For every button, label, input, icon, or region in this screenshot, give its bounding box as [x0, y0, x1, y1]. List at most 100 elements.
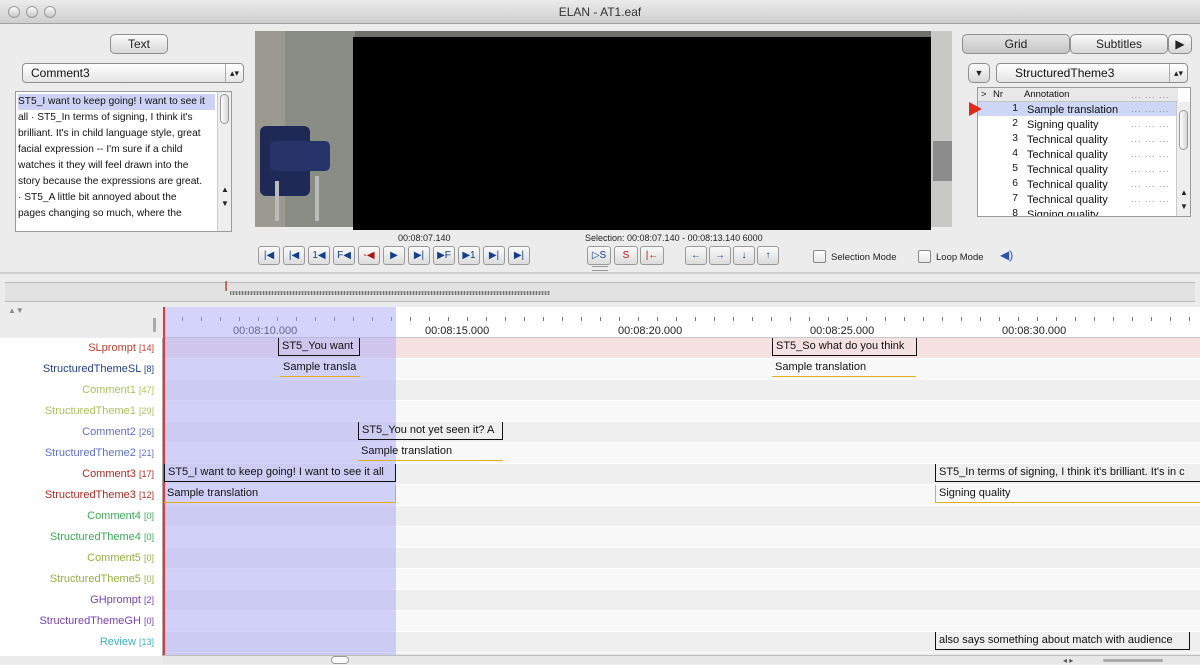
scroll-thumb[interactable]	[331, 656, 349, 664]
ruler-label: 00:08:30.000	[1002, 325, 1067, 337]
text-viewer-scrollbar[interactable]: ▲ ▼	[217, 92, 231, 231]
grid-row[interactable]: 7 Technical quality... ... ...	[978, 192, 1178, 206]
selection-mode-checkbox[interactable]	[813, 250, 826, 263]
grid-row-nr: 5	[1012, 163, 1018, 174]
panel-divider[interactable]	[0, 272, 1200, 274]
tab-scroll-right-icon[interactable]: ▶	[1168, 34, 1192, 54]
grid-row[interactable]: 8 Signing quality ... ... ...	[978, 207, 1178, 216]
tier-name[interactable]: Comment1 [47]	[0, 380, 154, 401]
next-pixel-button[interactable]: ▶1	[458, 246, 480, 265]
ruler-tick	[828, 317, 829, 321]
play-button[interactable]: ▶	[383, 246, 405, 265]
scroll-thumb[interactable]	[220, 94, 229, 124]
go-to-end-button[interactable]: ▶|	[508, 246, 530, 265]
grid-row[interactable]: 3 Technical quality... ... ...	[978, 132, 1178, 146]
tier-name[interactable]: Comment5 [0]	[0, 548, 154, 569]
ruler-tick	[486, 317, 487, 321]
previous-second-button[interactable]: -◀	[358, 246, 380, 265]
grid-row-extra: ... ... ...	[1131, 134, 1170, 144]
previous-annotation-button[interactable]: ←	[685, 246, 707, 265]
tier-count: [0]	[143, 616, 154, 626]
annotation-grid[interactable]: > Nr Annotation ... ... ... 1 Sample tran…	[977, 87, 1191, 217]
ruler-tick	[809, 317, 810, 321]
text-viewer[interactable]: ST5_I want to keep going! I want to see …	[15, 91, 232, 232]
ruler-tick	[1037, 317, 1038, 321]
timeline-scrollbar[interactable]: ◂ ▸	[163, 655, 1200, 665]
tier-name[interactable]: StructuredThemeSL [8]	[0, 359, 154, 380]
speaker-icon[interactable]: ◀)	[1000, 248, 1013, 262]
tab-subtitles[interactable]: Subtitles	[1070, 34, 1168, 54]
tier-count: [2]	[143, 595, 154, 605]
grid-row[interactable]: 5 Technical quality... ... ...	[978, 162, 1178, 176]
ruler-handle-icon[interactable]	[153, 318, 156, 332]
overview-cursor-icon[interactable]: I	[224, 278, 228, 295]
grid-row[interactable]: 6 Technical quality... ... ...	[978, 177, 1178, 191]
previous-pixel-button[interactable]: 1◀	[308, 246, 330, 265]
tier-name[interactable]: Comment2 [26]	[0, 422, 154, 443]
tier-name[interactable]: StructuredTheme4 [0]	[0, 527, 154, 548]
ruler-tick	[999, 317, 1000, 321]
ruler-tick	[448, 317, 449, 321]
clear-selection-button[interactable]: S	[614, 246, 638, 265]
tier-count: [0]	[143, 553, 154, 563]
next-scroll-view-button[interactable]: ▶|	[483, 246, 505, 265]
ruler-tick	[1075, 317, 1076, 321]
ruler-tick	[885, 317, 886, 321]
grid-row[interactable]: 1 Sample translation... ... ...	[978, 102, 1178, 116]
timeline-overview[interactable]: I	[5, 278, 1195, 302]
next-frame-button[interactable]: ▶F	[433, 246, 455, 265]
tab-text[interactable]: Text	[110, 34, 168, 54]
tier-name[interactable]: StructuredTheme2 [21]	[0, 443, 154, 464]
scroll-down-icon[interactable]: ▼	[221, 196, 229, 212]
go-to-begin-button[interactable]: |◀	[258, 246, 280, 265]
tier-name[interactable]: SLprompt [14]	[0, 338, 154, 359]
divider-grip-icon[interactable]	[592, 266, 608, 271]
tab-grid[interactable]: Grid	[962, 34, 1070, 54]
tier-name[interactable]: Comment3 [17]	[0, 464, 154, 485]
tier-down-button[interactable]: ↓	[733, 246, 755, 265]
grid-menu-button[interactable]: ▼	[968, 63, 990, 83]
previous-frame-button[interactable]: F◀	[333, 246, 355, 265]
tier-name[interactable]: GHprompt [2]	[0, 590, 154, 611]
ruler-label: 00:08:20.000	[618, 325, 683, 337]
text-line: story because the expressions are great.	[18, 176, 203, 187]
zoom-slider[interactable]	[1103, 659, 1163, 662]
loop-mode-label: Loop Mode	[936, 252, 984, 263]
tier-name[interactable]: Review [13]	[0, 632, 154, 653]
selection-boundary-button[interactable]: |←	[640, 246, 664, 265]
ruler-tick	[847, 317, 848, 321]
grid-row-extra: ... ... ...	[1131, 179, 1170, 189]
previous-scroll-view-button[interactable]: |◀	[283, 246, 305, 265]
tier-count: [21]	[138, 448, 154, 458]
video-player[interactable]	[353, 37, 931, 230]
crosshair-cursor[interactable]	[163, 307, 165, 664]
tier-name[interactable]: Comment4 [0]	[0, 506, 154, 527]
grid-row-nr: 7	[1012, 193, 1018, 204]
loop-mode-checkbox[interactable]	[918, 250, 931, 263]
next-annotation-button[interactable]: →	[709, 246, 731, 265]
scroll-up-icon[interactable]: ▲	[1180, 188, 1188, 197]
text-viewer-content: ST5_I want to keep going! I want to see …	[18, 94, 215, 222]
scroll-thumb[interactable]	[1179, 110, 1188, 150]
tier-count: [0]	[143, 532, 154, 542]
tier-up-button[interactable]: ↑	[757, 246, 779, 265]
ruler-tick	[467, 317, 468, 321]
left-tier-select[interactable]: Comment3 ▴▾	[22, 63, 244, 83]
collapse-arrows-icon[interactable]: ▲▼	[8, 306, 24, 315]
grid-row[interactable]: 2 Signing quality... ... ...	[978, 117, 1178, 131]
tier-name[interactable]: StructuredThemeGH [0]	[0, 611, 154, 632]
grid-header: > Nr Annotation ... ... ...	[978, 88, 1178, 102]
grid-row[interactable]: 4 Technical quality... ... ...	[978, 147, 1178, 161]
grid-tier-select[interactable]: StructuredTheme3 ▴▾	[996, 63, 1188, 83]
tier-name[interactable]: StructuredTheme5 [0]	[0, 569, 154, 590]
play-selection-button[interactable]: ▷S	[587, 246, 611, 265]
scroll-down-icon[interactable]: ▼	[1180, 202, 1188, 211]
grid-scrollbar[interactable]: ▲ ▼	[1176, 102, 1190, 216]
updown-arrows-icon: ▴▾	[225, 64, 243, 82]
grid-header-nr[interactable]: Nr	[993, 88, 1003, 102]
tier-name[interactable]: StructuredTheme3 [12]	[0, 485, 154, 506]
tier-name[interactable]: StructuredTheme1 [29]	[0, 401, 154, 422]
grid-header-annotation[interactable]: Annotation	[1024, 88, 1069, 102]
next-second-button[interactable]: ▶|	[408, 246, 430, 265]
ruler-tick	[904, 317, 905, 321]
